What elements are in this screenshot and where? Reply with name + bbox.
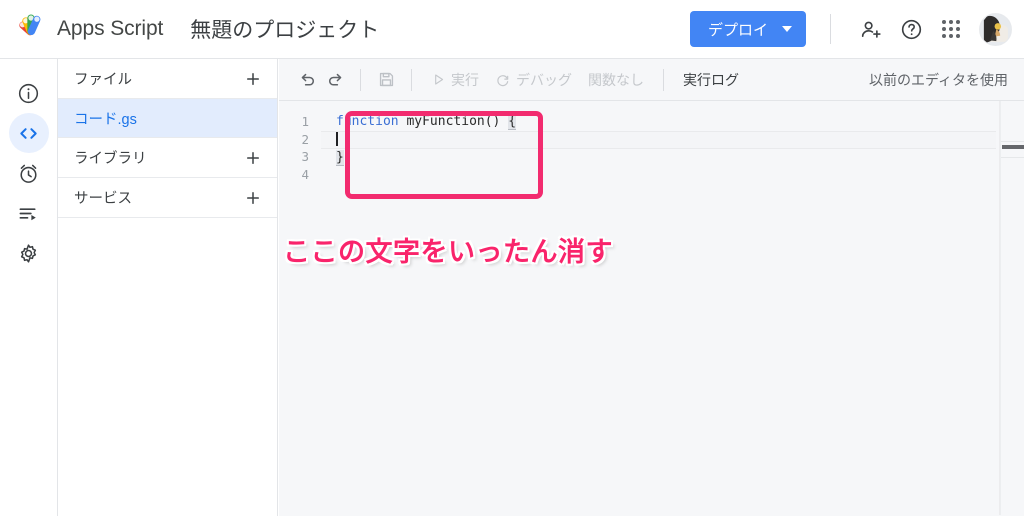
libraries-section-label: ライブラリ [74, 151, 147, 167]
undo-arrow-icon [298, 70, 317, 89]
plus-icon [244, 149, 262, 167]
debug-button[interactable]: デバッグ [487, 65, 580, 95]
token-open-brace: { [508, 114, 517, 130]
add-library-button[interactable] [240, 145, 266, 171]
function-select[interactable]: 関数なし [580, 70, 652, 90]
execution-log-button[interactable]: 実行ログ [675, 70, 747, 90]
chevron-down-icon [782, 26, 792, 32]
sidebar-item-settings[interactable] [9, 233, 49, 273]
deploy-button[interactable]: デプロイ [689, 11, 806, 47]
add-people-button[interactable] [851, 9, 891, 49]
minimap-gridline [1001, 141, 1024, 142]
sidebar-item-executions[interactable] [9, 193, 49, 233]
code-line-4[interactable] [321, 167, 996, 185]
apps-grid-icon [942, 20, 960, 38]
left-nav-rail [0, 59, 58, 516]
help-button[interactable] [891, 9, 931, 49]
text-cursor [336, 131, 338, 146]
services-section-header[interactable]: サービス [58, 178, 277, 218]
code-line-3[interactable]: } [321, 149, 996, 167]
token-keyword: function [336, 114, 399, 129]
code-line-1[interactable]: function myFunction() { [321, 113, 996, 131]
save-button[interactable] [372, 66, 400, 94]
plus-icon [244, 189, 262, 207]
code-brackets-icon [17, 122, 40, 145]
sidebar-item-overview[interactable] [9, 73, 49, 113]
file-item-code-gs[interactable]: コード.gs [58, 99, 277, 138]
person-add-icon [860, 18, 883, 41]
line-number: 2 [301, 131, 309, 147]
code-line-2[interactable] [321, 130, 996, 149]
libraries-section-header[interactable]: ライブラリ [58, 138, 277, 178]
editor-area: 実行 デバッグ 関数なし 実行ログ 以前のエディタを使用 1 2 3 4 fun… [279, 59, 1024, 516]
file-panel: ファイル コード.gs ライブラリ サービス [58, 59, 278, 516]
gear-icon [17, 242, 40, 265]
brand-home-link[interactable]: Apps Script [14, 12, 163, 46]
files-section-label: ファイル [74, 72, 132, 88]
minimap-gridline [1001, 157, 1024, 158]
undo-button[interactable] [293, 66, 321, 94]
header-divider [830, 14, 831, 44]
code-editor-surface[interactable]: 1 2 3 4 function myFunction() { } [279, 101, 1024, 515]
token-identifier: myFunction [406, 114, 485, 129]
line-number: 3 [301, 149, 309, 164]
line-number: 4 [301, 166, 309, 182]
toolbar-divider-3 [663, 68, 664, 91]
line-number-gutter: 1 2 3 4 [279, 101, 321, 515]
toolbar-divider-1 [360, 68, 361, 91]
code-text[interactable]: function myFunction() { } [321, 101, 996, 515]
token-parens: () [484, 114, 509, 129]
files-section-header[interactable]: ファイル [58, 59, 277, 99]
save-floppy-icon [377, 70, 396, 89]
help-circle-icon [900, 18, 923, 41]
token-close-brace: } [336, 150, 344, 166]
brand-name: Apps Script [57, 17, 164, 40]
alarm-clock-icon [17, 162, 40, 185]
add-file-button[interactable] [240, 66, 266, 92]
line-number: 1 [301, 114, 309, 129]
project-title[interactable]: 無題のプロジェクト [190, 14, 379, 44]
deploy-button-label: デプロイ [707, 21, 768, 39]
debug-button-label: デバッグ [516, 71, 572, 88]
plus-icon [244, 70, 262, 88]
editor-minimap-scrollbar[interactable] [1000, 101, 1024, 515]
legacy-editor-link[interactable]: 以前のエディタを使用 [869, 70, 1010, 90]
add-service-button[interactable] [240, 185, 266, 211]
run-button[interactable]: 実行 [423, 65, 487, 95]
info-circle-icon [17, 82, 40, 105]
google-apps-button[interactable] [931, 9, 971, 49]
sidebar-item-triggers[interactable] [9, 153, 49, 193]
account-avatar[interactable] [979, 12, 1012, 46]
services-section-label: サービス [74, 191, 132, 207]
redo-button[interactable] [321, 66, 349, 94]
run-button-label: 実行 [451, 71, 479, 88]
file-item-label: コード.gs [74, 111, 137, 128]
header-actions: デプロイ [689, 9, 1012, 49]
app-header: Apps Script 無題のプロジェクト デプロイ [0, 0, 1024, 59]
executions-list-icon [17, 202, 40, 225]
toolbar-divider-2 [411, 68, 412, 91]
debug-step-icon [495, 72, 511, 88]
redo-arrow-icon [326, 70, 345, 89]
sidebar-item-editor[interactable] [8, 113, 49, 153]
play-triangle-icon [431, 72, 446, 87]
apps-script-window: Apps Script 無題のプロジェクト デプロイ ファイル コード.gs ラ… [0, 0, 1024, 516]
minimap-slider-handle[interactable] [1002, 145, 1024, 149]
apps-script-logo-icon [14, 12, 48, 46]
editor-toolbar: 実行 デバッグ 関数なし 実行ログ 以前のエディタを使用 [279, 59, 1024, 101]
